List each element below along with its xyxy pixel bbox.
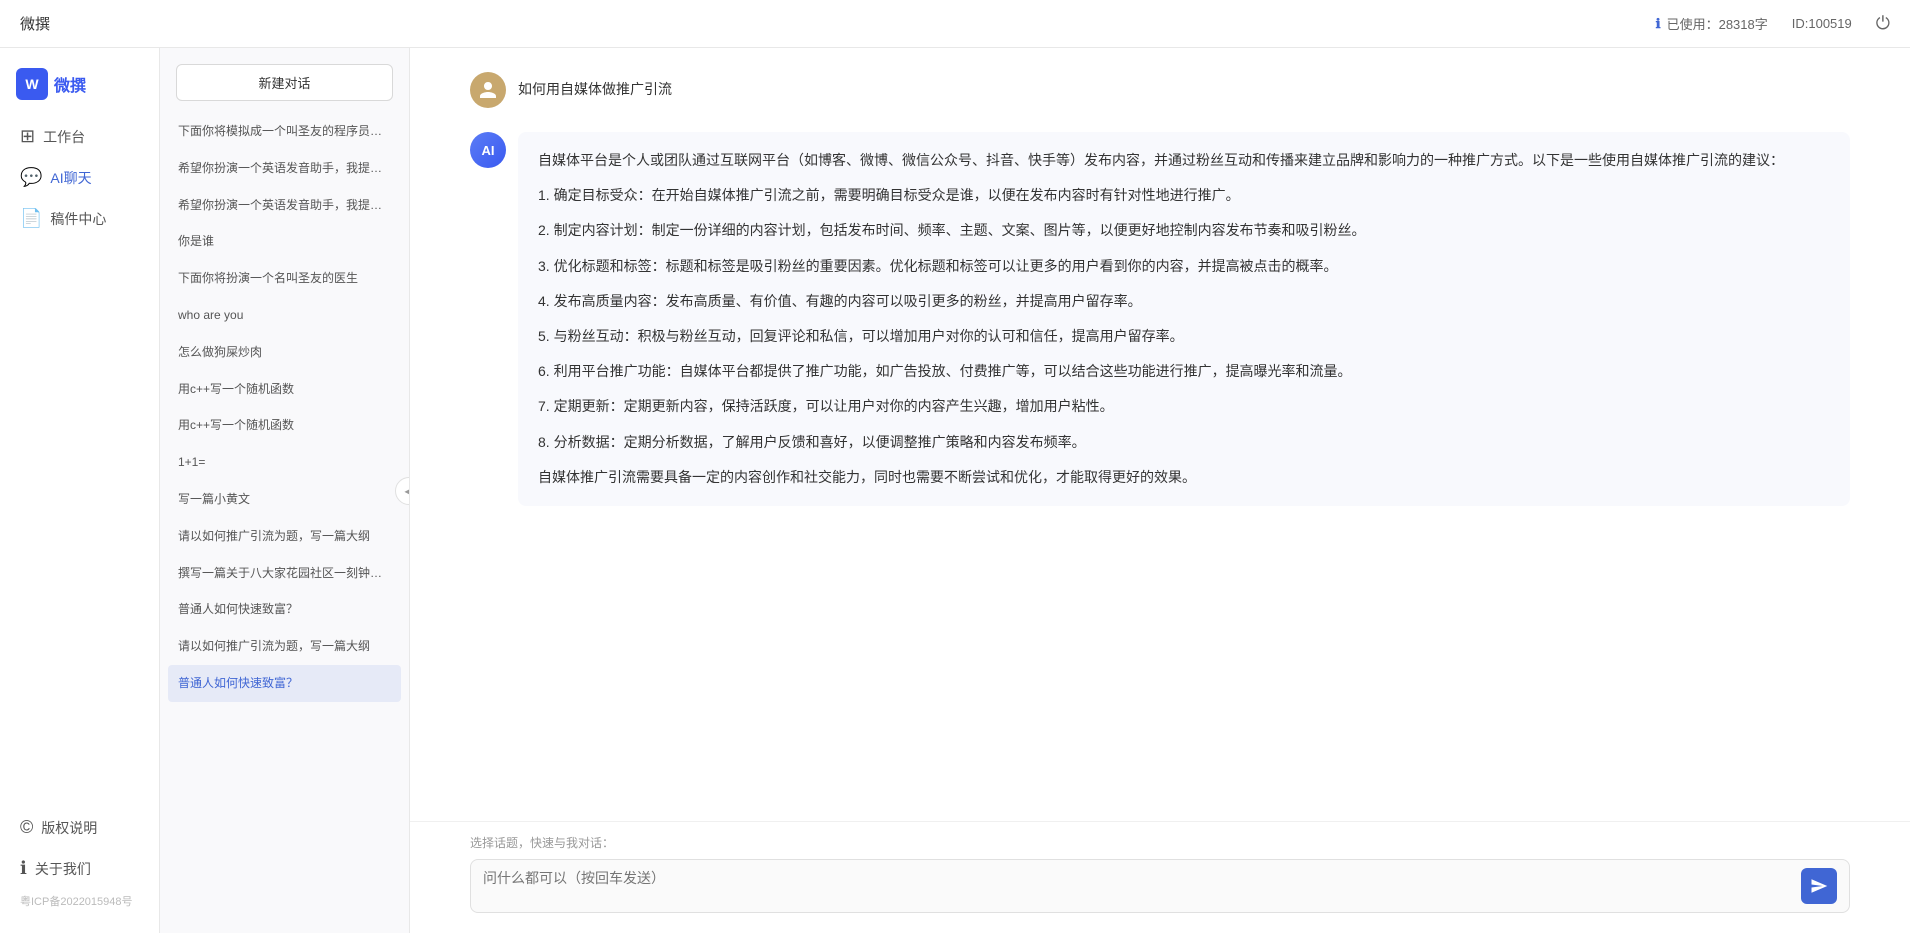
logout-icon[interactable]: ⏻: [1876, 13, 1890, 34]
aichat-icon: 💬: [20, 167, 42, 188]
history-item[interactable]: 希望你扮演一个英语发音助手，我提供给你...: [168, 187, 401, 224]
sidebar-label-drafts: 稿件中心: [50, 209, 106, 229]
topbar-id: ID:100519: [1792, 16, 1852, 31]
topbar-usage: ℹ 已使用：28318字: [1656, 14, 1768, 33]
ai-footer: 自媒体推广引流需要具备一定的内容创作和社交能力，同时也需要不断尝试和优化，才能取…: [538, 465, 1830, 490]
history-item[interactable]: 你是谁: [168, 223, 401, 260]
new-chat-button[interactable]: 新建对话: [176, 64, 393, 101]
history-item[interactable]: 下面你将模拟成一个叫圣友的程序员，我说...: [168, 113, 401, 150]
sidebar-item-copyright[interactable]: © 版权说明: [0, 807, 159, 848]
history-list: 下面你将模拟成一个叫圣友的程序员，我说...希望你扮演一个英语发音助手，我提供给…: [160, 109, 409, 933]
ai-message-content: 自媒体平台是个人或团队通过互联网平台（如博客、微博、微信公众号、抖音、快手等）发…: [518, 132, 1850, 506]
logo-icon: W: [16, 68, 48, 100]
ai-item-8: 8. 分析数据：定期分析数据，了解用户反馈和喜好，以便调整推广策略和内容发布频率…: [538, 430, 1830, 455]
message-row-user: 如何用自媒体做推广引流: [470, 72, 1850, 108]
ai-item-2: 2. 制定内容计划：制定一份详细的内容计划，包括发布时间、频率、主题、文案、图片…: [538, 218, 1830, 243]
workspace-icon: ⊞: [20, 126, 35, 147]
send-button[interactable]: [1801, 868, 1837, 904]
topbar: 微撰 ℹ 已使用：28318字 ID:100519 ⏻: [0, 0, 1910, 48]
sidebar-label-about: 关于我们: [35, 859, 91, 879]
ai-item-7: 7. 定期更新：定期更新内容，保持活跃度，可以让用户对你的内容产生兴趣，增加用户…: [538, 394, 1830, 419]
ai-avatar: AI: [470, 132, 506, 168]
chat-input[interactable]: [483, 868, 1801, 904]
logo-text: 微撰: [54, 72, 86, 96]
history-item[interactable]: 写一篇小黄文: [168, 481, 401, 518]
user-message-content: 如何用自媒体做推广引流: [518, 72, 672, 100]
drafts-icon: 📄: [20, 208, 42, 229]
message-row-ai: AI 自媒体平台是个人或团队通过互联网平台（如博客、微博、微信公众号、抖音、快手…: [470, 132, 1850, 506]
history-item[interactable]: 普通人如何快速致富？: [168, 591, 401, 628]
quick-topics-label: 选择话题，快速与我对话：: [470, 834, 1850, 851]
history-item[interactable]: 请以如何推广引流为题，写一篇大纲: [168, 518, 401, 555]
ai-item-5: 5. 与粉丝互动：积极与粉丝互动，回复评论和私信，可以增加用户对你的认可和信任，…: [538, 324, 1830, 349]
sidebar-item-workspace[interactable]: ⊞ 工作台: [0, 116, 159, 157]
sidebar-item-drafts[interactable]: 📄 稿件中心: [0, 198, 159, 239]
sidebar-item-aichat[interactable]: 💬 AI聊天: [0, 157, 159, 198]
input-box-wrap: [470, 859, 1850, 913]
info-icon: ℹ: [1656, 16, 1661, 32]
logo-area: W 微撰: [0, 64, 159, 116]
history-item[interactable]: who are you: [168, 297, 401, 334]
history-item[interactable]: 1+1=: [168, 444, 401, 481]
messages-container: 如何用自媒体做推广引流 AI 自媒体平台是个人或团队通过互联网平台（如博客、微博…: [410, 48, 1910, 821]
icp-text: 粤ICP备2022015948号: [0, 889, 159, 917]
history-item[interactable]: 希望你扮演一个英语发音助手，我提供给你...: [168, 150, 401, 187]
history-item[interactable]: 用c++写一个随机函数: [168, 371, 401, 408]
history-item[interactable]: 用c++写一个随机函数: [168, 407, 401, 444]
sidebar-item-about[interactable]: ℹ 关于我们: [0, 848, 159, 889]
history-item[interactable]: 怎么做狗屎炒肉: [168, 334, 401, 371]
left-sidebar: W 微撰 ⊞ 工作台 💬 AI聊天 📄 稿件中心 © 版权说明 ℹ 关于我们 粤…: [0, 48, 160, 933]
ai-item-3: 3. 优化标题和标签：标题和标签是吸引粉丝的重要因素。优化标题和标签可以让更多的…: [538, 254, 1830, 279]
sidebar-label-workspace: 工作台: [43, 127, 85, 147]
history-item[interactable]: 普通人如何快速致富？: [168, 665, 401, 702]
ai-item-6: 6. 利用平台推广功能：自媒体平台都提供了推广功能，如广告投放、付费推广等，可以…: [538, 359, 1830, 384]
history-panel: 新建对话 下面你将模拟成一个叫圣友的程序员，我说...希望你扮演一个英语发音助手…: [160, 48, 410, 933]
history-item[interactable]: 撰写一篇关于八大家花园社区一刻钟便民生...: [168, 555, 401, 592]
ai-item-1: 1. 确定目标受众：在开始自媒体推广引流之前，需要明确目标受众是谁，以便在发布内…: [538, 183, 1830, 208]
usage-text: 已使用：28318字: [1667, 14, 1768, 33]
input-area: 选择话题，快速与我对话：: [410, 821, 1910, 933]
sidebar-label-aichat: AI聊天: [50, 168, 91, 188]
copyright-icon: ©: [20, 817, 33, 838]
topbar-right: ℹ 已使用：28318字 ID:100519 ⏻: [1656, 13, 1890, 34]
topbar-title: 微撰: [20, 13, 1656, 34]
chat-area: 如何用自媒体做推广引流 AI 自媒体平台是个人或团队通过互联网平台（如博客、微博…: [410, 48, 1910, 933]
about-icon: ℹ: [20, 858, 27, 879]
sidebar-label-copyright: 版权说明: [41, 818, 97, 838]
ai-intro: 自媒体平台是个人或团队通过互联网平台（如博客、微博、微信公众号、抖音、快手等）发…: [538, 148, 1830, 173]
history-item[interactable]: 下面你将扮演一个名叫圣友的医生: [168, 260, 401, 297]
history-item[interactable]: 请以如何推广引流为题，写一篇大纲: [168, 628, 401, 665]
main-layout: W 微撰 ⊞ 工作台 💬 AI聊天 📄 稿件中心 © 版权说明 ℹ 关于我们 粤…: [0, 48, 1910, 933]
ai-item-4: 4. 发布高质量内容：发布高质量、有价值、有趣的内容可以吸引更多的粉丝，并提高用…: [538, 289, 1830, 314]
user-avatar: [470, 72, 506, 108]
